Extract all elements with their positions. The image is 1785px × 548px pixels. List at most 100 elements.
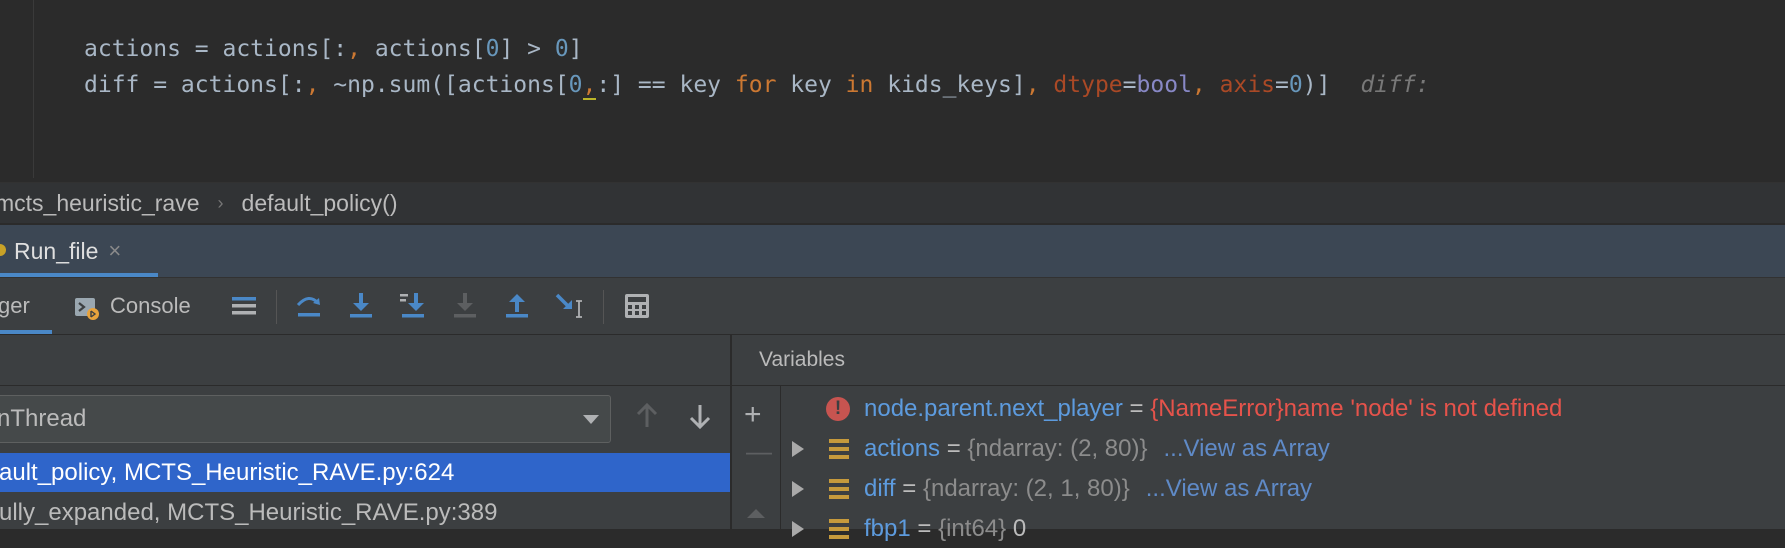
code-token: , [347, 36, 361, 62]
variable-text: node.parent.next_player = {NameError}nam… [864, 395, 1562, 423]
inline-debug-value: diff: [1360, 72, 1430, 98]
breadcrumb: mcts_heuristic_rave › default_policy() [0, 182, 1785, 223]
code-token: ] [568, 36, 583, 62]
force-step-into-icon[interactable] [450, 291, 480, 321]
variable-field-icon [829, 439, 849, 459]
chevron-down-icon [582, 413, 600, 431]
console-icon [74, 295, 99, 320]
run-tab-bar: Run_file × [0, 225, 1785, 278]
code-token: , [1191, 72, 1206, 98]
tab-console-label: Console [110, 293, 191, 318]
code-token: key [776, 72, 846, 98]
variable-equals: = [940, 435, 968, 462]
expand-arrow-icon[interactable] [792, 441, 804, 457]
variable-type: {NameError} [1150, 395, 1284, 422]
thread-select-value: nThread [0, 405, 87, 432]
code-token: ] > [499, 36, 555, 62]
view-as-array-link[interactable]: ...View as Array [1146, 475, 1312, 502]
add-icon[interactable]: + [744, 398, 762, 432]
code-token: 0 [1288, 72, 1303, 98]
variable-field-icon [829, 479, 849, 499]
run-tab-label: Run_file [14, 237, 99, 264]
breadcrumb-separator-icon: › [217, 192, 224, 213]
view-as-array-link[interactable]: ...View as Array [1164, 435, 1330, 462]
variable-name: diff [864, 475, 896, 502]
arrow-down-icon[interactable] [686, 402, 714, 435]
debug-toolbar: ger Console [0, 278, 1785, 335]
variable-equals: = [895, 475, 923, 502]
frame-item[interactable]: ully_expanded, MCTS_Heuristic_RAVE.py:38… [0, 493, 730, 532]
code-token: , [1025, 72, 1040, 98]
text-caret-warning: , [582, 72, 597, 100]
variables-panel: Variables + — ! node.parent.next_player … [732, 335, 1785, 542]
code-token: 0 [554, 36, 569, 62]
step-into-icon[interactable] [346, 291, 376, 321]
step-into-my-code-icon[interactable] [398, 291, 428, 321]
close-icon[interactable]: × [108, 238, 121, 264]
code-builtin: bool [1136, 72, 1192, 98]
code-editor[interactable]: actions = actions[:, actions[0] > 0] dif… [0, 0, 1785, 178]
step-out-icon[interactable] [502, 291, 532, 321]
variable-name: actions [864, 435, 941, 462]
expand-arrow-icon[interactable] [792, 481, 804, 497]
code-token: = [1122, 72, 1137, 98]
variables-side-toolbar: + — [732, 386, 781, 529]
thread-select[interactable]: nThread [0, 395, 611, 443]
breadcrumb-function[interactable]: default_policy() [242, 190, 398, 217]
frame-item-label: ully_expanded, MCTS_Heuristic_RAVE.py:38… [0, 499, 498, 526]
code-param: dtype [1053, 72, 1123, 98]
code-token: kids_keys] [873, 72, 1026, 98]
code-token: = [1275, 72, 1289, 98]
code-keyword: for [734, 72, 777, 98]
expand-arrow-icon[interactable] [792, 521, 804, 537]
code-token: , [305, 72, 320, 98]
scroll-up-icon[interactable] [746, 506, 766, 524]
active-tab-indicator [0, 330, 52, 334]
evaluate-expression-icon[interactable] [622, 291, 652, 321]
variable-equals: = [1122, 395, 1151, 422]
code-line-1[interactable]: actions = actions[:, actions[0] > 0] [84, 34, 583, 64]
error-icon: ! [826, 397, 850, 421]
tab-debugger-label: ger [0, 293, 30, 318]
remove-icon[interactable]: — [746, 436, 772, 467]
menu-lines-icon[interactable] [229, 291, 259, 321]
code-keyword: in [845, 72, 874, 98]
frame-item-label: ault_policy, MCTS_Heuristic_RAVE.py:624 [0, 459, 455, 486]
active-tab-indicator [0, 273, 158, 277]
variable-value: name 'node' is not defined [1283, 395, 1563, 422]
variables-title: Variables [759, 348, 845, 371]
tab-debugger[interactable]: ger [0, 278, 52, 334]
gutter-divider [33, 0, 34, 178]
breadcrumb-file[interactable]: mcts_heuristic_rave [0, 190, 200, 217]
tab-console[interactable]: Console [74, 278, 191, 334]
code-token: 0 [568, 72, 583, 98]
variable-text: diff = {ndarray: (2, 1, 80)} ...View as A… [864, 475, 1312, 503]
step-over-icon[interactable] [294, 291, 324, 321]
frame-item[interactable]: ault_policy, MCTS_Heuristic_RAVE.py:624 [0, 453, 730, 492]
code-param: axis [1219, 72, 1276, 98]
code-line-2[interactable]: diff = actions[:, ~np.sum([actions[0,:] … [84, 70, 1430, 100]
code-token: actions[ [360, 36, 486, 62]
variable-text: fbp1 = {int64} 0 [864, 515, 1026, 543]
frames-header [0, 335, 730, 386]
code-token: ~np.sum([actions[ [319, 72, 569, 98]
variable-field-icon [829, 519, 849, 539]
debug-run-icon [0, 244, 6, 256]
arrow-up-icon[interactable] [633, 402, 661, 435]
code-token: actions = actions[: [84, 36, 348, 62]
code-token: diff = actions[: [84, 72, 306, 98]
code-token: )] [1302, 72, 1331, 98]
variables-header: Variables [732, 335, 1785, 386]
frames-panel: nThread ault_policy, MCTS_Heuristic_RAVE… [0, 335, 730, 529]
toolbar-separator [276, 290, 277, 324]
toolbar-separator [603, 290, 604, 324]
variable-type: {ndarray: (2, 1, 80)} [922, 475, 1130, 502]
run-tab[interactable]: Run_file × [0, 225, 158, 277]
variable-type: {ndarray: (2, 80)} [967, 435, 1148, 462]
run-to-cursor-icon[interactable] [554, 291, 584, 321]
variable-name: node.parent.next_player [864, 395, 1123, 422]
variable-text: actions = {ndarray: (2, 80)} ...View as A… [864, 435, 1330, 463]
code-token: :] == key [596, 72, 735, 98]
